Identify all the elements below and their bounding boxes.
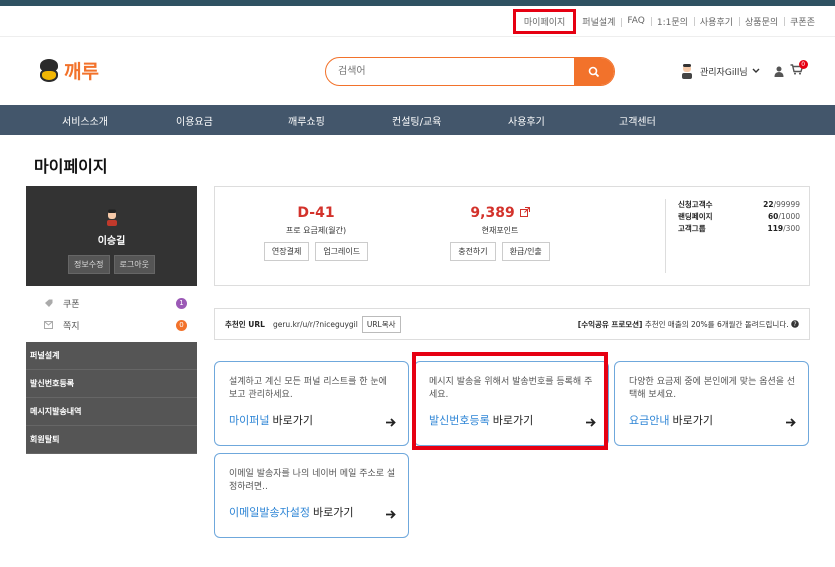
coupon-count-badge: 1 [176, 297, 187, 309]
sidebar-item-sender-number[interactable]: 발신번호등록 [26, 370, 197, 398]
card-link[interactable]: 요금안내 [629, 412, 669, 428]
tag-icon [45, 299, 53, 307]
main-nav: 서비스소개 이용요금 깨루쇼핑 컨설팅/교육 사용후기 고객센터 [0, 105, 835, 135]
cart-count-badge: 0 [798, 60, 808, 69]
arrow-right-icon [386, 418, 396, 427]
utility-nav: 마이페이지 퍼널설계 FAQ 1:1문의 사용후기 상품문의 쿠폰존 [512, 6, 821, 36]
search-icon [588, 66, 600, 77]
edit-profile-button[interactable]: 정보수정 [68, 255, 110, 274]
user-area: 관리자Gill님 0 [680, 60, 808, 79]
person-icon[interactable] [774, 66, 784, 77]
limit-row: 랜딩페이지 60/1000 [678, 212, 800, 221]
nav-consulting[interactable]: 컨설팅/교육 [392, 113, 441, 128]
nav-reviews[interactable]: 사용후기 [508, 113, 545, 128]
utility-funnel-link[interactable]: 퍼널설계 [576, 15, 621, 28]
referral-label: 추천인 URL [225, 319, 265, 329]
plan-name: 프로 요금제(월간) [285, 226, 347, 235]
utility-product-inquiry-link[interactable]: 상품문의 [739, 15, 784, 28]
card-link[interactable]: 이메일발송자설정 [229, 504, 310, 520]
utility-coupon-link[interactable]: 쿠폰존 [784, 15, 821, 28]
points-label: 현재포인트 [481, 226, 519, 235]
sidebar-menu: 퍼널설계 발신번호등록 메시지발송내역 회원탈퇴 [26, 342, 197, 454]
usage-limits: 신청고객수 22/99999 랜딩페이지 60/1000 고객그룹 119/30… [665, 199, 800, 273]
site-logo[interactable]: 깨루 [38, 57, 99, 84]
refund-button[interactable]: 환급/인출 [501, 242, 550, 261]
points-value-row[interactable]: 9,389 [435, 205, 565, 221]
user-name[interactable]: 관리자Gill님 [700, 65, 748, 78]
utility-inquiry-link[interactable]: 1:1문의 [650, 15, 694, 28]
card-link[interactable]: 마이퍼널 [229, 412, 269, 428]
limit-row: 신청고객수 22/99999 [678, 200, 800, 209]
nav-shopping[interactable]: 깨루쇼핑 [288, 113, 325, 128]
plan-stat: D-41 프로 요금제(월간) 연장결제 업그레이드 [251, 205, 381, 261]
card-description: 이메일 발송자를 나의 네이버 메일 주소로 설정하려면.. [229, 469, 396, 492]
logout-button[interactable]: 로그아웃 [113, 255, 155, 274]
nav-service-intro[interactable]: 서비스소개 [62, 113, 108, 128]
points-value: 9,389 [470, 205, 515, 221]
copy-url-button[interactable]: URL복사 [361, 315, 401, 333]
search-bar [325, 57, 615, 86]
search-input[interactable] [326, 58, 574, 85]
referral-bar: 추천인 URL geru.kr/u/r/?niceguygil URL복사 [수… [214, 308, 810, 340]
user-avatar-icon [682, 64, 692, 79]
sidebar-item-label: 쿠폰 [63, 299, 80, 310]
points-stat: 9,389 현재포인트 충전하기 환급/인출 [435, 205, 565, 261]
avatar [106, 209, 117, 226]
sidebar-item-funnel[interactable]: 퍼널설계 [26, 342, 197, 370]
utility-reviews-link[interactable]: 사용후기 [693, 15, 739, 28]
upgrade-button[interactable]: 업그레이드 [315, 242, 369, 261]
charge-button[interactable]: 충전하기 [450, 242, 496, 261]
sidebar-item-message-history[interactable]: 메시지발송내역 [26, 398, 197, 426]
header-divider [0, 36, 835, 37]
card-description: 다양한 요금제 중에 본인에게 맞는 옵션을 선택해 보세요. [629, 377, 796, 400]
shortcut-card-email-sender[interactable]: 이메일 발송자를 나의 네이버 메일 주소로 설정하려면.. 이메일발송자설정 바… [214, 453, 409, 538]
profile-card: 이승길 정보수정 로그아웃 [26, 186, 197, 286]
referral-url: geru.kr/u/r/?niceguygil [272, 319, 358, 329]
shortcut-card-my-funnel[interactable]: 설계하고 계신 모든 퍼널 리스트를 한 눈에 보고 관리하세요. 마이퍼널 바로… [214, 361, 409, 446]
page-title: 마이페이지 [34, 157, 108, 176]
highlight-box [412, 352, 608, 450]
sidebar: 이승길 정보수정 로그아웃 쿠폰 1 쪽지 0 퍼널설계 발신번호등록 메시지발… [26, 186, 197, 454]
svg-text:?: ? [793, 321, 796, 328]
account-stats: D-41 프로 요금제(월간) 연장결제 업그레이드 9,389 현재포인트 충… [214, 186, 810, 286]
profile-name: 이승길 [97, 236, 126, 247]
card-description: 설계하고 계신 모든 퍼널 리스트를 한 눈에 보고 관리하세요. [229, 377, 387, 400]
search-button[interactable] [574, 58, 614, 85]
message-count-badge: 0 [176, 319, 187, 331]
arrow-right-icon [386, 510, 396, 519]
shortcut-card-pricing[interactable]: 다양한 요금제 중에 본인에게 맞는 옵션을 선택해 보세요. 요금안내 바로가기 [614, 361, 809, 446]
sidebar-item-withdraw[interactable]: 회원탈퇴 [26, 426, 197, 454]
plan-dday: D-41 [297, 205, 335, 221]
referral-promo-note: [수익공유 프로모션] 추천인 매출의 20%를 6개월간 돌려드립니다. ? [578, 319, 799, 330]
chevron-down-icon[interactable] [752, 68, 760, 74]
nav-pricing[interactable]: 이용요금 [176, 113, 213, 128]
sidebar-counts: 쿠폰 1 쪽지 0 [26, 286, 197, 342]
mail-icon [44, 321, 53, 329]
sidebar-item-message[interactable]: 쪽지 0 [26, 314, 197, 336]
logo-icon [38, 58, 60, 83]
arrow-right-icon [786, 418, 796, 427]
logo-text: 깨루 [64, 61, 99, 83]
limit-row: 고객그룹 119/300 [678, 224, 800, 233]
sidebar-item-label: 쪽지 [63, 321, 80, 332]
nav-customer-center[interactable]: 고객센터 [619, 113, 656, 128]
sidebar-item-coupon[interactable]: 쿠폰 1 [26, 292, 197, 314]
utility-mypage-link[interactable]: 마이페이지 [512, 8, 577, 34]
help-icon[interactable]: ? [791, 319, 799, 328]
external-link-icon [519, 207, 530, 217]
cart[interactable]: 0 [790, 60, 808, 78]
utility-faq-link[interactable]: FAQ [621, 16, 650, 27]
extend-payment-button[interactable]: 연장결제 [263, 242, 310, 261]
